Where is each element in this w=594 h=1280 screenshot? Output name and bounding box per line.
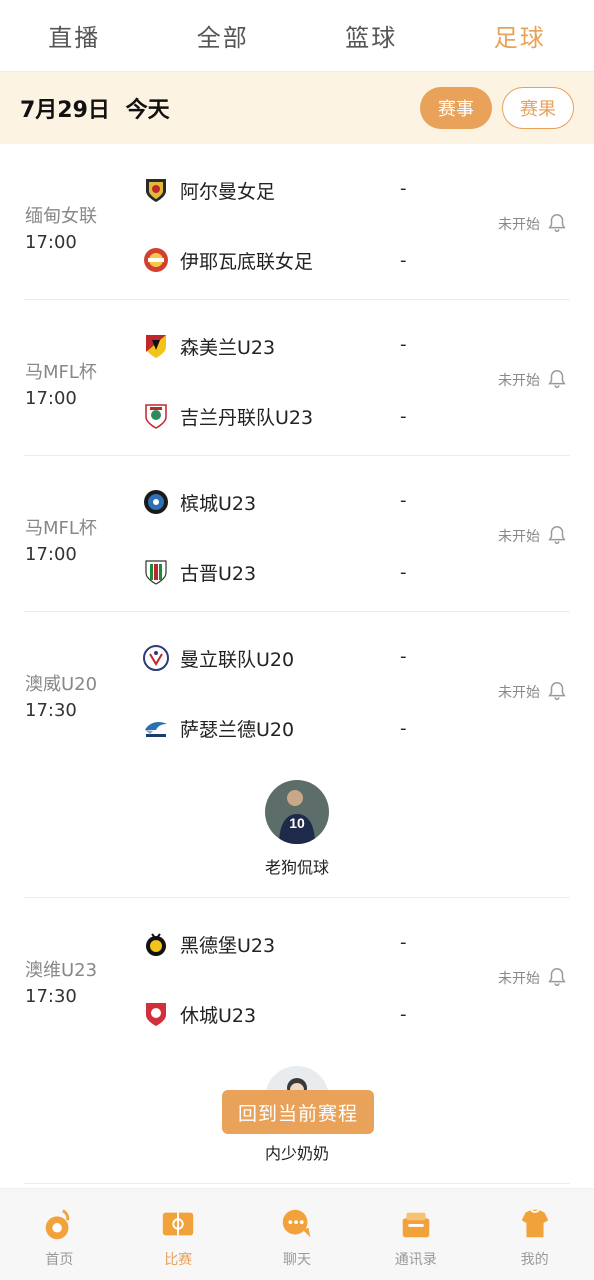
tab-football[interactable]: 足球 [446, 0, 594, 71]
nav-profile[interactable]: 我的 [475, 1189, 594, 1280]
away-score: - [400, 562, 407, 583]
team-logo-icon [144, 248, 168, 272]
away-score: - [400, 1004, 407, 1025]
contacts-icon [402, 1212, 430, 1238]
team-logo-icon [145, 404, 167, 429]
match-row[interactable]: 缅甸女联 17:00 阿尔曼女足 伊耶瓦底联女足 - - 未开始 [24, 144, 570, 300]
league-name: 马MFL杯 [25, 362, 97, 383]
home-score: - [400, 646, 407, 667]
match-time: 17:30 [25, 986, 77, 1007]
nav-label: 比赛 [164, 1252, 193, 1268]
match-icon [162, 1212, 194, 1236]
away-score: - [400, 718, 407, 739]
match-time: 17:00 [25, 388, 77, 409]
league-name: 澳威U20 [25, 674, 98, 695]
avatar[interactable]: 10 [265, 780, 329, 844]
bell-icon[interactable] [546, 524, 568, 546]
match-row[interactable]: 澳威U20 17:30 曼立联队U20 萨瑟兰德U20 - - 未开始 10 老… [24, 612, 570, 898]
results-button[interactable]: 赛果 [502, 87, 574, 129]
nav-label: 聊天 [282, 1252, 311, 1268]
match-time: 17:00 [25, 232, 77, 253]
home-team-name: 阿尔曼女足 [180, 180, 276, 203]
bottom-nav: 首页 比赛 聊天 通讯录 我的 [0, 1188, 594, 1280]
nav-label: 首页 [45, 1252, 74, 1268]
team-logo-icon [146, 335, 166, 358]
home-score: - [400, 334, 407, 355]
home-team: 阿尔曼女足 [142, 174, 275, 206]
today-label: 今天 [125, 98, 170, 123]
nav-label: 通讯录 [394, 1252, 437, 1268]
home-score: - [400, 178, 407, 199]
team-logo-icon [144, 490, 168, 514]
away-team: 萨瑟兰德U20 [142, 712, 294, 744]
date-bar: 7月29日 今天 赛事 赛果 [0, 72, 594, 144]
match-status: 未开始 [498, 217, 540, 233]
match-time: 17:00 [25, 544, 77, 565]
match-status: 未开始 [498, 971, 540, 987]
match-list: 缅甸女联 17:00 阿尔曼女足 伊耶瓦底联女足 - - 未开始 马MFL杯 1… [0, 144, 594, 1184]
league-name: 缅甸女联 [25, 206, 97, 227]
league-name: 马MFL杯 [25, 518, 97, 539]
away-team: 古晋U23 [142, 556, 256, 588]
home-team: 黑德堡U23 [142, 928, 275, 960]
nav-match[interactable]: 比赛 [119, 1189, 238, 1280]
tab-all[interactable]: 全部 [149, 0, 298, 71]
schedule-button[interactable]: 赛事 [420, 87, 492, 129]
nav-contacts[interactable]: 通讯录 [356, 1189, 475, 1280]
team-logo-icon [143, 645, 169, 671]
home-team: 曼立联队U20 [142, 642, 294, 674]
nav-label: 我的 [520, 1252, 549, 1268]
away-team-name: 吉兰丹联队U23 [180, 406, 314, 429]
home-icon [46, 1209, 70, 1240]
away-score: - [400, 406, 407, 427]
home-team-name: 槟城U23 [180, 492, 257, 515]
team-logo-icon [146, 933, 166, 956]
away-team: 休城U23 [142, 998, 256, 1030]
home-team-name: 曼立联队U20 [180, 648, 295, 671]
team-logo-icon [146, 1003, 166, 1026]
home-score: - [400, 490, 407, 511]
promoter-card[interactable]: 10 老狗侃球 [24, 780, 570, 878]
home-team-name: 森美兰U23 [180, 336, 276, 359]
match-status: 未开始 [498, 529, 540, 545]
home-team-name: 黑德堡U23 [180, 934, 276, 957]
bell-icon[interactable] [546, 966, 568, 988]
home-team: 槟城U23 [142, 486, 256, 518]
team-logo-icon [146, 179, 166, 202]
match-status: 未开始 [498, 685, 540, 701]
team-logo-icon [145, 560, 167, 585]
home-score: - [400, 932, 407, 953]
team-logo-icon [145, 722, 167, 737]
nav-home[interactable]: 首页 [0, 1189, 119, 1280]
promoter-name: 老狗侃球 [264, 858, 329, 877]
away-team-name: 伊耶瓦底联女足 [180, 250, 314, 273]
away-team-name: 古晋U23 [180, 562, 257, 585]
tab-live[interactable]: 直播 [0, 0, 149, 71]
profile-icon [521, 1209, 548, 1238]
match-time: 17:30 [25, 700, 77, 721]
avatar-jersey-number: 10 [289, 815, 305, 831]
bell-icon[interactable] [546, 212, 568, 234]
match-row[interactable]: 马MFL杯 17:00 槟城U23 古晋U23 - - 未开始 [24, 456, 570, 612]
away-team-name: 休城U23 [180, 1004, 257, 1027]
away-score: - [400, 250, 407, 271]
date-label: 7月29日 今天 [20, 92, 410, 124]
promoter-name: 内少奶奶 [264, 1144, 329, 1163]
away-team: 伊耶瓦底联女足 [142, 244, 313, 276]
bell-icon[interactable] [546, 368, 568, 390]
date-value: 7月29日 [20, 98, 110, 123]
tab-basketball[interactable]: 篮球 [297, 0, 446, 71]
nav-chat[interactable]: 聊天 [238, 1189, 357, 1280]
bell-icon[interactable] [546, 680, 568, 702]
away-team-name: 萨瑟兰德U20 [180, 718, 295, 741]
top-tab-bar: 直播 全部 篮球 足球 [0, 0, 594, 72]
match-row[interactable]: 马MFL杯 17:00 森美兰U23 吉兰丹联队U23 - - 未开始 [24, 300, 570, 456]
away-team: 吉兰丹联队U23 [142, 400, 313, 432]
match-row[interactable]: 澳维U23 17:30 黑德堡U23 休城U23 - - 未开始 内少奶奶 [24, 898, 570, 1184]
chat-icon [282, 1209, 311, 1238]
league-name: 澳维U23 [25, 960, 98, 981]
home-team: 森美兰U23 [142, 330, 275, 362]
back-to-current-button[interactable]: 回到当前赛程 [222, 1090, 374, 1134]
match-status: 未开始 [498, 373, 540, 389]
